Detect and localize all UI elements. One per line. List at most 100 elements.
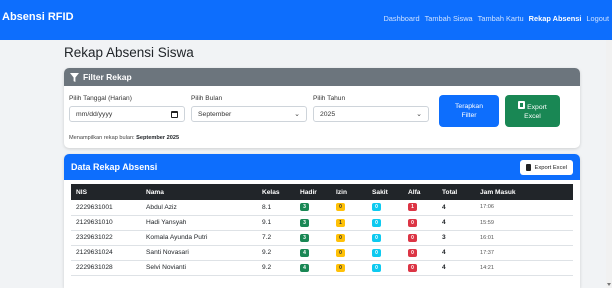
cell-nis: 2329631022 bbox=[71, 230, 141, 246]
nav-dashboard[interactable]: Dashboard bbox=[383, 14, 419, 23]
alfa-badge: 0 bbox=[408, 233, 417, 242]
table-row: 2229631001 Abdul Aziz 8.1 3 0 0 1 4 17:0… bbox=[71, 200, 573, 216]
col-nama[interactable]: Nama bbox=[141, 184, 257, 200]
filter-card-header: Filter Rekap bbox=[64, 68, 580, 86]
cell-total: 4 bbox=[437, 245, 475, 261]
page-title: Rekap Absensi Siswa bbox=[64, 45, 194, 60]
file-excel-icon bbox=[526, 164, 532, 171]
sakit-badge: 0 bbox=[372, 263, 381, 272]
cell-jam-masuk: 17:06 bbox=[475, 200, 573, 216]
cell-nis: 2229631028 bbox=[71, 260, 141, 276]
top-navbar: Absensi RFID Dashboard Tambah Siswa Tamb… bbox=[0, 0, 612, 40]
table-row: 2329631022 Komala Ayunda Putri 7.2 3 0 0… bbox=[71, 230, 573, 246]
export-excel-label: Export Excel bbox=[534, 164, 567, 171]
cell-nis: 2229631001 bbox=[71, 200, 141, 216]
export-label-1: Export bbox=[527, 103, 547, 111]
month-select[interactable]: September ⌄ bbox=[191, 106, 307, 122]
col-total[interactable]: Total bbox=[437, 184, 475, 200]
hadir-badge: 4 bbox=[300, 248, 309, 257]
cell-nama: Selvi Novianti bbox=[141, 260, 257, 276]
month-select-value: September bbox=[198, 110, 232, 118]
col-kelas[interactable]: Kelas bbox=[257, 184, 295, 200]
izin-badge: 0 bbox=[336, 203, 345, 212]
izin-badge: 0 bbox=[336, 233, 345, 242]
nav-tambah-kartu[interactable]: Tambah Kartu bbox=[478, 14, 524, 23]
nav-tambah-siswa[interactable]: Tambah Siswa bbox=[425, 14, 473, 23]
cell-nama: Komala Ayunda Putri bbox=[141, 230, 257, 246]
apply-filter-label-2: Filter bbox=[461, 112, 477, 119]
izin-badge: 1 bbox=[336, 218, 345, 227]
cell-jam-masuk: 17:37 bbox=[475, 245, 573, 261]
data-card: Data Rekap Absensi Export Excel NIS Nama… bbox=[64, 154, 580, 288]
hadir-badge: 3 bbox=[300, 203, 309, 212]
alfa-badge: 1 bbox=[408, 203, 417, 212]
funnel-icon bbox=[70, 72, 79, 82]
date-label: Pilih Tanggal (Harian) bbox=[69, 95, 132, 102]
cell-total: 4 bbox=[437, 200, 475, 216]
chevron-down-icon: ⌄ bbox=[416, 111, 422, 118]
attendance-table: NIS Nama Kelas Hadir Izin Sakit Alfa Tot… bbox=[71, 184, 573, 276]
cell-jam-masuk: 15:59 bbox=[475, 215, 573, 231]
table-row: 2229631028 Selvi Novianti 9.2 4 0 0 0 4 … bbox=[71, 260, 573, 276]
nav-rekap-absensi[interactable]: Rekap Absensi bbox=[529, 14, 582, 23]
hadir-badge: 3 bbox=[300, 218, 309, 227]
apply-filter-label-1: Terapkan bbox=[455, 102, 483, 110]
filter-card-title: Filter Rekap bbox=[83, 72, 132, 82]
export-excel-button-top[interactable]: Export Excel bbox=[505, 95, 560, 127]
brand-logo[interactable]: Absensi RFID bbox=[2, 11, 74, 23]
table-header-row: NIS Nama Kelas Hadir Izin Sakit Alfa Tot… bbox=[71, 184, 573, 200]
alfa-badge: 0 bbox=[408, 218, 417, 227]
cell-total: 4 bbox=[437, 260, 475, 276]
col-alfa[interactable]: Alfa bbox=[403, 184, 437, 200]
page-scrollbar[interactable] bbox=[606, 40, 612, 288]
export-label-2: Excel bbox=[524, 113, 541, 120]
hadir-badge: 3 bbox=[300, 233, 309, 242]
alfa-badge: 0 bbox=[408, 263, 417, 272]
cell-nis: 2129631024 bbox=[71, 245, 141, 261]
cell-jam-masuk: 16:01 bbox=[475, 230, 573, 246]
year-label: Pilih Tahun bbox=[313, 95, 346, 102]
cell-total: 3 bbox=[437, 230, 475, 246]
cell-kelas: 9.1 bbox=[257, 215, 295, 231]
calendar-icon[interactable] bbox=[171, 110, 178, 118]
data-card-header: Data Rekap Absensi Export Excel bbox=[64, 154, 580, 180]
cell-nama: Santi Novasari bbox=[141, 245, 257, 261]
cell-kelas: 9.2 bbox=[257, 245, 295, 261]
alfa-badge: 0 bbox=[408, 248, 417, 257]
year-select[interactable]: 2025 ⌄ bbox=[313, 106, 429, 122]
data-card-title: Data Rekap Absensi bbox=[71, 162, 158, 172]
year-select-value: 2025 bbox=[320, 110, 336, 118]
filter-note-value: September 2025 bbox=[136, 135, 180, 141]
sakit-badge: 0 bbox=[372, 233, 381, 242]
col-sakit[interactable]: Sakit bbox=[367, 184, 403, 200]
cell-nama: Hadi Yansyah bbox=[141, 215, 257, 231]
cell-nis: 2129631010 bbox=[71, 215, 141, 231]
hadir-badge: 4 bbox=[300, 263, 309, 272]
cell-kelas: 8.1 bbox=[257, 200, 295, 216]
col-jam-masuk[interactable]: Jam Masuk bbox=[475, 184, 573, 200]
scroll-down-arrow-icon[interactable] bbox=[607, 283, 611, 286]
month-label: Pilih Bulan bbox=[191, 95, 223, 102]
apply-filter-button[interactable]: Terapkan Filter bbox=[439, 95, 499, 127]
date-input-placeholder: mm/dd/yyyy bbox=[76, 110, 113, 118]
col-nis[interactable]: NIS bbox=[71, 184, 141, 200]
export-excel-button[interactable]: Export Excel bbox=[520, 160, 573, 175]
chevron-down-icon: ⌄ bbox=[294, 111, 300, 118]
nav-logout[interactable]: Logout bbox=[586, 14, 609, 23]
cell-total: 4 bbox=[437, 215, 475, 231]
file-excel-icon bbox=[518, 100, 526, 109]
col-hadir[interactable]: Hadir bbox=[295, 184, 331, 200]
izin-badge: 0 bbox=[336, 248, 345, 257]
cell-kelas: 7.2 bbox=[257, 230, 295, 246]
date-input[interactable]: mm/dd/yyyy bbox=[69, 106, 185, 122]
sakit-badge: 0 bbox=[372, 248, 381, 257]
cell-kelas: 9.2 bbox=[257, 260, 295, 276]
filter-note-prefix: Menampilkan rekap bulan: bbox=[69, 135, 135, 141]
table-row: 2129631024 Santi Novasari 9.2 4 0 0 0 4 … bbox=[71, 245, 573, 261]
filter-card: Filter Rekap Pilih Tanggal (Harian) mm/d… bbox=[64, 68, 580, 148]
sakit-badge: 0 bbox=[372, 218, 381, 227]
nav-links: Dashboard Tambah Siswa Tambah Kartu Reka… bbox=[383, 14, 609, 23]
sakit-badge: 0 bbox=[372, 203, 381, 212]
col-izin[interactable]: Izin bbox=[331, 184, 367, 200]
cell-nama: Abdul Aziz bbox=[141, 200, 257, 216]
